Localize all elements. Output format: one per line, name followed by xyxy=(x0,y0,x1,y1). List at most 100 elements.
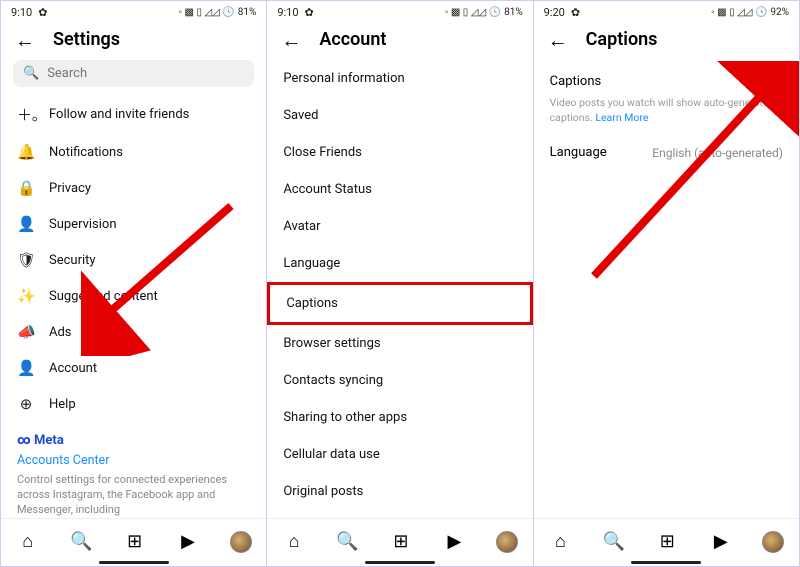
nav-add-icon[interactable]: ⊞ xyxy=(389,533,413,551)
settings-status-icon: ✿ xyxy=(571,7,580,18)
page-title: Account xyxy=(319,29,386,50)
nav-profile-avatar[interactable] xyxy=(496,531,518,553)
account-item-account-status[interactable]: Account Status xyxy=(267,171,532,208)
search-icon: 🔍 xyxy=(23,66,39,81)
nav-add-icon[interactable]: ⊞ xyxy=(655,533,679,551)
account-item-avatar[interactable]: Avatar xyxy=(267,208,532,245)
home-indicator xyxy=(365,561,435,564)
settings-status-icon: ✿ xyxy=(38,7,47,18)
nav-home-icon[interactable]: ⌂ xyxy=(548,533,572,551)
account-item-close-friends[interactable]: Close Friends xyxy=(267,134,532,171)
language-row[interactable]: Language English (auto-generated) xyxy=(534,125,799,166)
settings-item-supervision[interactable]: 👤 Supervision xyxy=(1,206,266,242)
account-item-sharing-to-other-apps[interactable]: Sharing to other apps xyxy=(267,399,532,436)
item-icon: 📣 xyxy=(17,323,35,341)
nav-search-icon[interactable]: 🔍 xyxy=(336,533,360,551)
account-item-contacts-syncing[interactable]: Contacts syncing xyxy=(267,362,532,399)
settings-item-security[interactable]: 🛡 Security xyxy=(1,242,266,278)
nav-reels-icon[interactable]: ▶ xyxy=(709,533,733,551)
nav-profile-avatar[interactable] xyxy=(762,531,784,553)
search-input[interactable]: 🔍 Search xyxy=(13,60,254,87)
settings-item-ads[interactable]: 📣 Ads xyxy=(1,314,266,350)
back-arrow-icon[interactable]: ← xyxy=(15,30,35,50)
status-icons: ◦ ▩ ▯ ◿◿ 🕓 xyxy=(179,7,235,18)
item-label: Follow and invite friends xyxy=(49,107,189,122)
account-item-browser-settings[interactable]: Browser settings xyxy=(267,325,532,362)
item-icon: ＋｡ xyxy=(17,104,35,125)
page-header: ← Account xyxy=(267,21,532,60)
page-title: Captions xyxy=(586,29,658,50)
nav-add-icon[interactable]: ⊞ xyxy=(123,533,147,551)
learn-more-link[interactable]: Learn More xyxy=(595,111,648,124)
account-item-original-posts[interactable]: Original posts xyxy=(267,473,532,510)
captions-row: Captions xyxy=(534,60,799,96)
back-arrow-icon[interactable]: ← xyxy=(548,30,568,50)
clock: 9:10 xyxy=(11,6,32,19)
bottom-nav: ⌂ 🔍 ⊞ ▶ xyxy=(267,518,532,566)
nav-profile-avatar[interactable] xyxy=(230,531,252,553)
toggle-thumb xyxy=(765,72,783,90)
account-item-cellular-data-use[interactable]: Cellular data use xyxy=(267,436,532,473)
account-item-saved[interactable]: Saved xyxy=(267,97,532,134)
captions-description: Video posts you watch will show auto-gen… xyxy=(534,96,799,125)
nav-search-icon[interactable]: 🔍 xyxy=(602,533,626,551)
page-header: ← Settings xyxy=(1,21,266,60)
bottom-nav: ⌂ 🔍 ⊞ ▶ xyxy=(1,518,266,566)
nav-home-icon[interactable]: ⌂ xyxy=(16,533,40,551)
item-icon: 👤 xyxy=(17,359,35,377)
settings-list: ＋｡ Follow and invite friends 🔔 Notification… xyxy=(1,95,266,426)
language-value: English (auto-generated) xyxy=(652,146,783,160)
status-icons: ◦ ▩ ▯ ◿◿ 🕓 xyxy=(711,7,767,18)
item-label: Notifications xyxy=(49,145,123,160)
back-arrow-icon[interactable]: ← xyxy=(281,30,301,50)
item-icon: 🛡 xyxy=(17,251,35,269)
clock: 9:10 xyxy=(277,6,298,19)
settings-item-notifications[interactable]: 🔔 Notifications xyxy=(1,134,266,170)
status-bar: 9:10 ✿ ◦ ▩ ▯ ◿◿ 🕓 81% xyxy=(267,1,532,21)
item-label: Privacy xyxy=(49,181,91,196)
account-item-request-verification[interactable]: Request verification xyxy=(267,510,532,518)
bottom-nav: ⌂ 🔍 ⊞ ▶ xyxy=(534,518,799,566)
status-bar: 9:10 ✿ ◦ ▩ ▯ ◿◿ 🕓 81% xyxy=(1,1,266,21)
home-indicator xyxy=(99,561,169,564)
item-icon: ✨ xyxy=(17,287,35,305)
search-placeholder: Search xyxy=(47,66,87,81)
battery-text: 92% xyxy=(770,7,789,18)
settings-item-help[interactable]: ⊕Help xyxy=(1,386,266,422)
item-icon: 👤 xyxy=(17,215,35,233)
settings-item-follow-and-invite-friends[interactable]: ＋｡ Follow and invite friends xyxy=(1,95,266,134)
nav-reels-icon[interactable]: ▶ xyxy=(176,533,200,551)
item-label: Ads xyxy=(49,325,72,340)
item-label: Account xyxy=(49,361,97,376)
account-item-language[interactable]: Language xyxy=(267,245,532,282)
language-label: Language xyxy=(550,145,607,160)
accounts-center-link[interactable]: Accounts Center xyxy=(17,452,250,470)
item-label: Suggested content xyxy=(49,289,158,304)
home-indicator xyxy=(631,561,701,564)
meta-logo: Meta xyxy=(17,432,250,450)
captions-toggle[interactable] xyxy=(749,72,783,90)
settings-status-icon: ✿ xyxy=(305,7,314,18)
status-icons: ◦ ▩ ▯ ◿◿ 🕓 xyxy=(445,7,501,18)
page-title: Settings xyxy=(53,29,120,50)
battery-text: 81% xyxy=(238,7,257,18)
battery-text: 81% xyxy=(504,7,523,18)
item-label: Help xyxy=(49,397,76,412)
meta-description: Control settings for connected experienc… xyxy=(17,473,250,518)
settings-item-privacy[interactable]: 🔒 Privacy xyxy=(1,170,266,206)
settings-item-suggested-content[interactable]: ✨ Suggested content xyxy=(1,278,266,314)
page-header: ← Captions xyxy=(534,21,799,60)
nav-reels-icon[interactable]: ▶ xyxy=(442,533,466,551)
account-item-personal-information[interactable]: Personal information xyxy=(267,60,532,97)
settings-item-account[interactable]: 👤 Account xyxy=(1,350,266,386)
item-icon: 🔔 xyxy=(17,143,35,161)
account-item-captions[interactable]: Captions xyxy=(267,282,532,325)
item-icon: 🔒 xyxy=(17,179,35,197)
item-label: Security xyxy=(49,253,96,268)
meta-section: Meta Accounts Center Control settings fo… xyxy=(1,426,266,518)
item-label: Supervision xyxy=(49,217,117,232)
status-bar: 9:20 ✿ ◦ ▩ ▯ ◿◿ 🕓 92% xyxy=(534,1,799,21)
nav-home-icon[interactable]: ⌂ xyxy=(282,533,306,551)
nav-search-icon[interactable]: 🔍 xyxy=(69,533,93,551)
captions-label: Captions xyxy=(550,74,602,89)
